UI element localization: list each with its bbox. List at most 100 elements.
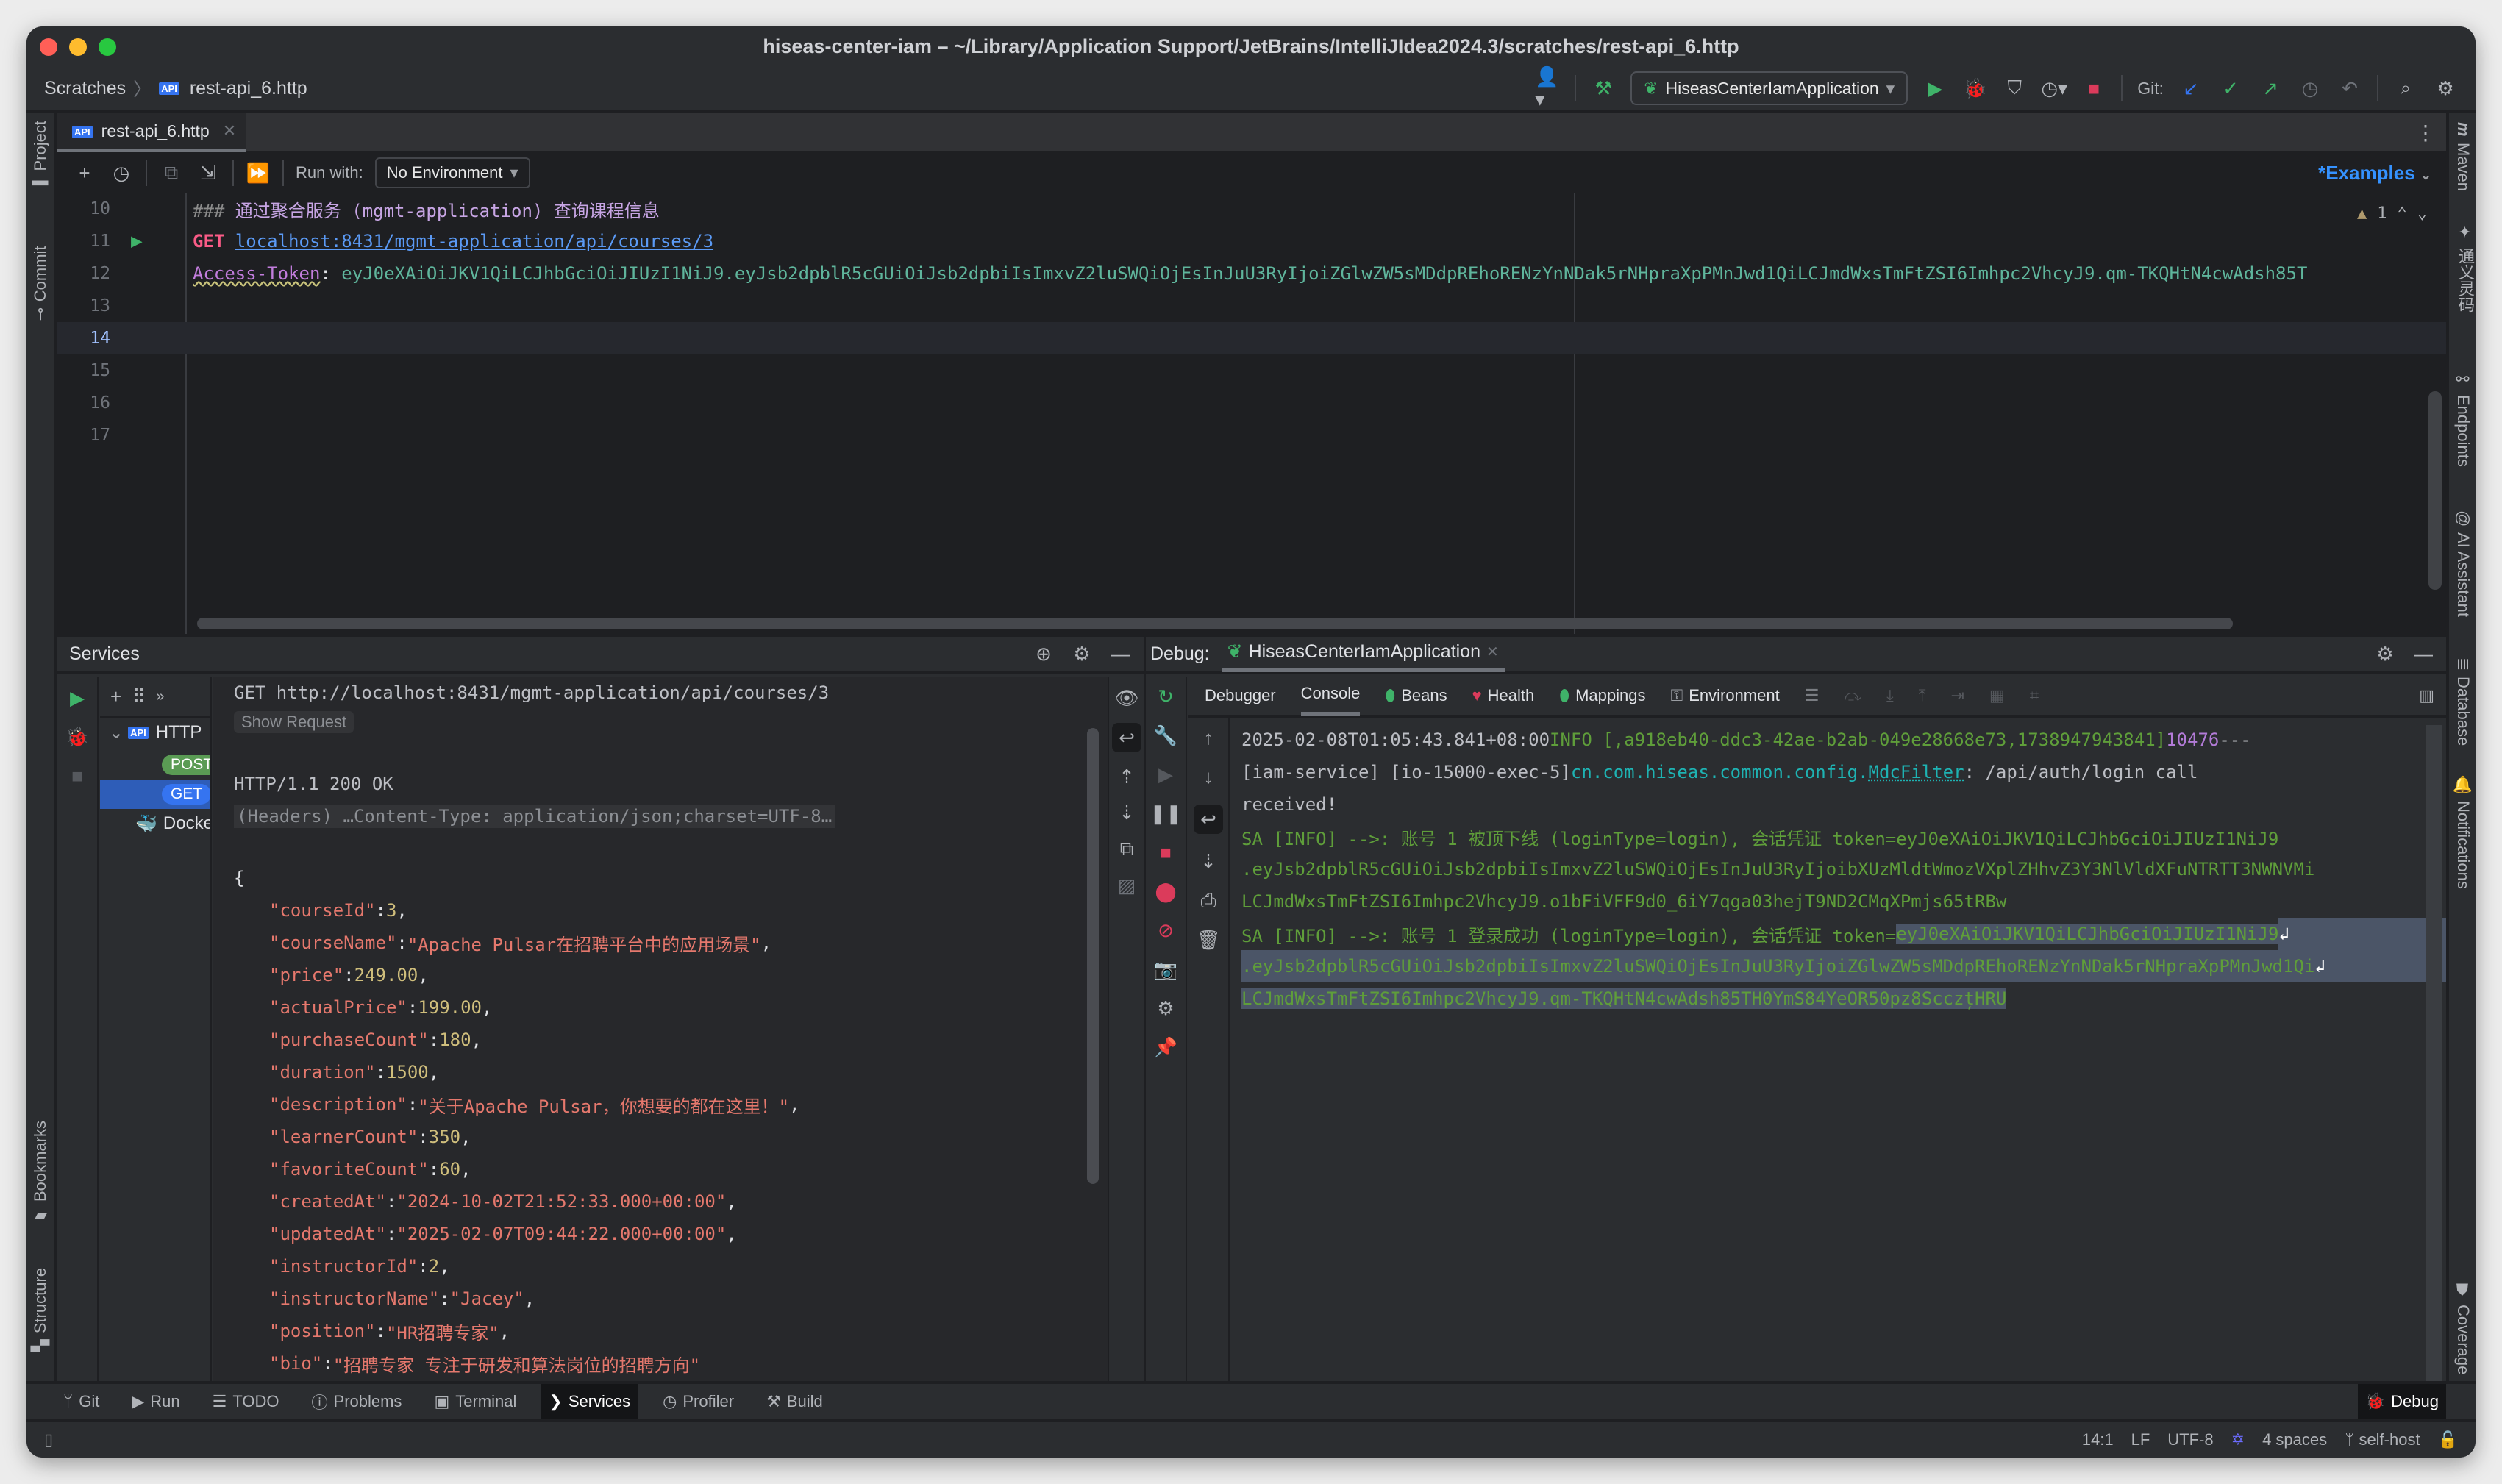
tool-tongyi[interactable]: ✦ 通义灵码 [2453, 224, 2476, 313]
caret-position[interactable]: 14:1 [2082, 1430, 2114, 1449]
toolwindow-profiler[interactable]: ◷ Profiler [655, 1384, 741, 1419]
toolwindow-problems[interactable]: ⓘ Problems [304, 1384, 410, 1419]
tab-console[interactable]: Console [1300, 675, 1361, 716]
tool-bookmarks[interactable]: ▰ Bookmarks [31, 1121, 50, 1226]
toolwindow-git[interactable]: ᛘ Git [56, 1384, 107, 1419]
logger-class-link[interactable]: MdcFilter [1869, 762, 1964, 782]
tree-node-get[interactable]: GET [100, 780, 210, 809]
run-request-icon[interactable]: ▶ [131, 230, 143, 252]
scroll-to-end-icon[interactable]: ⇣ [1200, 850, 1216, 873]
view-options-icon[interactable]: 👁 [1114, 687, 1138, 710]
response-viewer[interactable]: GET http://localhost:8431/mgmt-applicati… [213, 677, 1108, 1381]
settings-gear-icon[interactable]: ⚙ [1157, 997, 1174, 1020]
request-url-link[interactable]: localhost:8431/mgmt-application/api/cour… [235, 231, 713, 252]
minimize-window-button[interactable] [69, 38, 87, 56]
camera-icon[interactable]: 📷 [1154, 958, 1177, 981]
coverage-icon[interactable]: ⛉ [2002, 76, 2027, 101]
inspection-widget[interactable]: ▲ 1 ⌃ ⌄ [2357, 204, 2427, 223]
tab-rest-api-6[interactable]: API rest-api_6.http ✕ [57, 113, 247, 152]
tool-maven[interactable]: m Maven [2453, 122, 2473, 191]
tab-beans[interactable]: ⬮ Beans [1385, 675, 1447, 716]
group-icon[interactable]: ⠿ [132, 685, 146, 708]
toolwindow-run[interactable]: ▶ Run [124, 1384, 187, 1419]
trace-icon[interactable]: ⌗ [2030, 686, 2039, 705]
toolwindow-todo[interactable]: ☰ TODO [205, 1384, 287, 1419]
debug-session-tab[interactable]: ❦ HiseasCenterIamApplication ✕ [1221, 635, 1505, 672]
git-history-icon[interactable]: ◷ [2298, 76, 2323, 101]
lock-icon[interactable]: 🔓 [2438, 1430, 2458, 1449]
build-hammer-icon[interactable]: ⚒ [1591, 76, 1616, 101]
breadcrumb-scratches[interactable]: Scratches [44, 78, 126, 99]
tool-coverage[interactable]: ⛊ Coverage [2453, 1283, 2473, 1374]
toggle-tool-windows-icon[interactable]: ▯ [44, 1430, 53, 1449]
settings-gear-icon[interactable]: ⚙ [2433, 76, 2458, 101]
print-icon[interactable]: ⎙ [1201, 889, 1216, 913]
tree-node-post[interactable]: POST [100, 750, 210, 780]
soft-wrap-icon[interactable]: ↩ [1112, 723, 1141, 752]
minimize-icon[interactable]: — [1108, 641, 1133, 666]
stop-icon[interactable]: ■ [1160, 841, 1172, 864]
toolwindow-services[interactable]: ❯ Services [541, 1384, 638, 1419]
minimize-icon[interactable]: — [2411, 641, 2436, 666]
soft-wrap-icon[interactable]: ↩ [1194, 805, 1223, 834]
file-encoding[interactable]: UTF-8 [2167, 1430, 2213, 1449]
environment-select[interactable]: No Environment ▾ [374, 157, 530, 188]
close-tab-icon[interactable]: ✕ [1486, 643, 1499, 661]
tab-environment[interactable]: ⚿ Environment [1670, 675, 1779, 716]
resume-icon[interactable]: ▶ [1158, 763, 1173, 786]
breadcrumb-file[interactable]: rest-api_6.http [190, 78, 307, 99]
code-editor[interactable]: 10 ### 通过聚合服务 (mgmt-application) 查询课程信息 … [57, 193, 2446, 634]
tool-commit[interactable]: ⊸ Commit [31, 246, 50, 321]
run-configuration-select[interactable]: ❦ HiseasCenterIamApplication ▾ [1630, 71, 1908, 105]
tool-database[interactable]: ≣ Database [2453, 657, 2473, 746]
tab-debugger[interactable]: Debugger [1205, 675, 1276, 716]
vertical-scrollbar[interactable] [1087, 728, 1099, 1184]
git-branch[interactable]: ᛘ self-host [2345, 1430, 2420, 1449]
debug-icon[interactable]: 🐞 [65, 726, 89, 749]
add-service-icon[interactable]: + [110, 685, 121, 708]
copy-icon[interactable]: ⧉ [1120, 838, 1134, 861]
add-request-icon[interactable]: + [72, 160, 97, 185]
tool-structure[interactable]: ▚ Structure [31, 1268, 50, 1352]
more-options-icon[interactable]: ⋮ [2415, 121, 2436, 145]
mute-breakpoints-icon[interactable]: ⊘ [1158, 919, 1174, 942]
scroll-to-top-icon[interactable]: ⇡ [1119, 766, 1135, 788]
run-all-icon[interactable]: ⏩ [246, 160, 271, 185]
more-icon[interactable]: » [156, 688, 164, 705]
previous-highlight-icon[interactable]: ⌃ [2398, 204, 2407, 223]
tool-ai-assistant[interactable]: @ AI Assistant [2453, 510, 2473, 617]
tree-node-http[interactable]: ⌄ API HTTP [100, 718, 210, 747]
tool-endpoints[interactable]: ⚯ Endpoints [2453, 371, 2473, 467]
tab-mappings[interactable]: ⬮ Mappings [1559, 675, 1645, 716]
profile-run-icon[interactable]: ◷▾ [2041, 76, 2067, 101]
show-request-button[interactable]: Show Request [234, 706, 354, 738]
console-output[interactable]: 2025-02-08T01:05:43.841+08:00 INFO [,a91… [1231, 718, 2446, 1381]
evaluate-icon[interactable]: ▦ [1989, 686, 2005, 705]
trash-icon[interactable]: 🗑 [1196, 929, 1220, 952]
git-update-icon[interactable]: ↙ [2178, 76, 2203, 101]
toolwindow-debug[interactable]: 🐞 Debug [2357, 1384, 2446, 1419]
toolwindow-terminal[interactable]: ▣ Terminal [427, 1384, 524, 1419]
tree-node-docker[interactable]: 🐳 Docker [100, 809, 210, 838]
settings-gear-icon[interactable]: ⚙ [1069, 641, 1094, 666]
horizontal-scrollbar[interactable] [197, 618, 2233, 629]
tool-notifications[interactable]: 🔔 Notifications [2453, 775, 2473, 889]
pin-icon[interactable]: 📌 [1154, 1036, 1177, 1059]
examples-dropdown[interactable]: *Examples ⌄ [2318, 162, 2431, 185]
tab-health[interactable]: ♥ Health [1472, 675, 1535, 716]
run-icon[interactable]: ▶ [1922, 76, 1947, 101]
history-icon[interactable]: ◷ [109, 160, 134, 185]
close-window-button[interactable] [40, 38, 57, 56]
crosshair-icon[interactable]: ⊕ [1031, 641, 1056, 666]
scroll-to-end-icon[interactable]: ⇣ [1119, 802, 1135, 824]
git-rollback-icon[interactable]: ↶ [2337, 76, 2362, 101]
next-highlight-icon[interactable]: ⌄ [2417, 204, 2427, 223]
step-out-icon[interactable]: ⤒ [1919, 686, 1926, 705]
rerun-icon[interactable]: ↻ [1158, 685, 1174, 708]
step-into-icon[interactable]: ⤓ [1886, 686, 1894, 705]
zoom-window-button[interactable] [99, 38, 116, 56]
git-commit-icon[interactable]: ✓ [2218, 76, 2243, 101]
import-icon[interactable]: ⇲ [196, 160, 221, 185]
stop-icon[interactable]: ■ [71, 765, 83, 788]
run-to-cursor-icon[interactable]: ⇥ [1950, 686, 1964, 705]
